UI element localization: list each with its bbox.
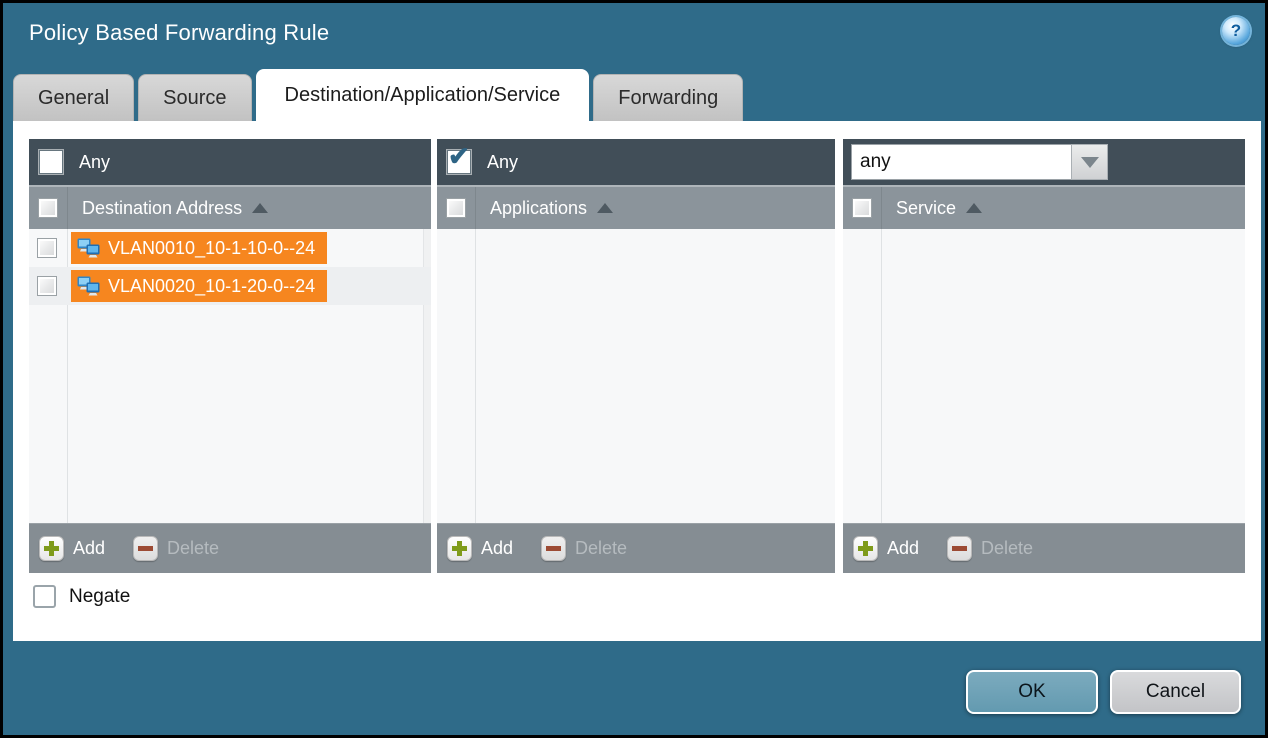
destination-column-header[interactable]: Destination Address xyxy=(82,198,242,219)
address-object-name: VLAN0020_10-1-20-0--24 xyxy=(108,276,315,297)
destination-any-checkbox[interactable]: ✔ xyxy=(39,150,63,174)
table-row[interactable]: VLAN0020_10-1-20-0--24 xyxy=(29,267,431,305)
minus-icon xyxy=(947,536,972,561)
sort-ascending-icon[interactable] xyxy=(597,203,613,213)
applications-column-header[interactable]: Applications xyxy=(490,198,587,219)
destination-toolbar: Add Delete xyxy=(29,523,431,573)
pbf-rule-dialog: Policy Based Forwarding Rule ? General S… xyxy=(0,0,1268,738)
delete-button[interactable]: Delete xyxy=(541,536,627,561)
minus-icon xyxy=(133,536,158,561)
address-object-chip[interactable]: VLAN0020_10-1-20-0--24 xyxy=(71,270,327,302)
negate-label: Negate xyxy=(69,586,130,608)
gutter-divider xyxy=(475,229,476,523)
service-column-header[interactable]: Service xyxy=(896,198,956,219)
network-address-icon xyxy=(77,276,100,296)
sort-ascending-icon[interactable] xyxy=(966,203,982,213)
help-icon[interactable]: ? xyxy=(1222,17,1250,45)
header-divider xyxy=(475,187,476,229)
content-panel: ✔ Any Destination Address xyxy=(13,121,1261,641)
destination-header-row: Destination Address xyxy=(29,185,431,229)
service-select-all-checkbox[interactable] xyxy=(852,198,872,218)
applications-any-bar: ✔ Any xyxy=(437,139,835,185)
header-divider xyxy=(67,187,68,229)
tab-source[interactable]: Source xyxy=(138,74,251,121)
chevron-down-icon xyxy=(1081,157,1099,168)
add-button[interactable]: Add xyxy=(39,536,105,561)
row-checkbox[interactable] xyxy=(37,238,57,258)
service-dropdown-input[interactable] xyxy=(851,144,1071,180)
destination-column: ✔ Any Destination Address xyxy=(29,139,431,573)
sort-ascending-icon[interactable] xyxy=(252,203,268,213)
service-dropdown-button[interactable] xyxy=(1071,144,1108,180)
tab-bar: General Source Destination/Application/S… xyxy=(13,69,743,121)
delete-button[interactable]: Delete xyxy=(133,536,219,561)
delete-label: Delete xyxy=(167,538,219,559)
negate-option: Negate xyxy=(33,585,130,608)
header-divider xyxy=(881,187,882,229)
add-label: Add xyxy=(887,538,919,559)
delete-label: Delete xyxy=(575,538,627,559)
applications-toolbar: Add Delete xyxy=(437,523,835,573)
cancel-button[interactable]: Cancel xyxy=(1110,670,1241,714)
ok-button[interactable]: OK xyxy=(966,670,1098,714)
service-toolbar: Add Delete xyxy=(843,523,1245,573)
row-checkbox[interactable] xyxy=(37,276,57,296)
add-label: Add xyxy=(73,538,105,559)
applications-header-row: Applications xyxy=(437,185,835,229)
applications-list xyxy=(437,229,835,523)
address-object-chip[interactable]: VLAN0010_10-1-10-0--24 xyxy=(71,232,327,264)
tab-general[interactable]: General xyxy=(13,74,134,121)
question-mark-glyph: ? xyxy=(1231,21,1241,41)
address-object-name: VLAN0010_10-1-10-0--24 xyxy=(108,238,315,259)
applications-column: ✔ Any Applications Add Delete xyxy=(437,139,835,573)
plus-icon xyxy=(39,536,64,561)
destination-any-bar: ✔ Any xyxy=(29,139,431,185)
service-header-row: Service xyxy=(843,185,1245,229)
applications-any-checkbox[interactable]: ✔ xyxy=(447,150,471,174)
service-column: Service Add Delete xyxy=(843,139,1245,573)
delete-label: Delete xyxy=(981,538,1033,559)
service-dropdown-bar xyxy=(843,139,1245,185)
minus-icon xyxy=(541,536,566,561)
plus-icon xyxy=(853,536,878,561)
destination-any-label: Any xyxy=(79,152,110,173)
applications-select-all-checkbox[interactable] xyxy=(446,198,466,218)
network-address-icon xyxy=(77,238,100,258)
service-dropdown xyxy=(851,144,1108,180)
add-button[interactable]: Add xyxy=(447,536,513,561)
destination-list: VLAN0010_10-1-10-0--24 xyxy=(29,229,431,523)
plus-icon xyxy=(447,536,472,561)
dialog-title: Policy Based Forwarding Rule xyxy=(29,20,329,46)
table-row[interactable]: VLAN0010_10-1-10-0--24 xyxy=(29,229,431,267)
service-list xyxy=(843,229,1245,523)
destination-select-all-checkbox[interactable] xyxy=(38,198,58,218)
add-button[interactable]: Add xyxy=(853,536,919,561)
delete-button[interactable]: Delete xyxy=(947,536,1033,561)
tab-destination-application-service[interactable]: Destination/Application/Service xyxy=(256,69,590,121)
negate-checkbox[interactable] xyxy=(33,585,56,608)
applications-any-label: Any xyxy=(487,152,518,173)
gutter-divider xyxy=(881,229,882,523)
checkmark-icon: ✔ xyxy=(448,143,470,169)
add-label: Add xyxy=(481,538,513,559)
tab-forwarding[interactable]: Forwarding xyxy=(593,74,743,121)
